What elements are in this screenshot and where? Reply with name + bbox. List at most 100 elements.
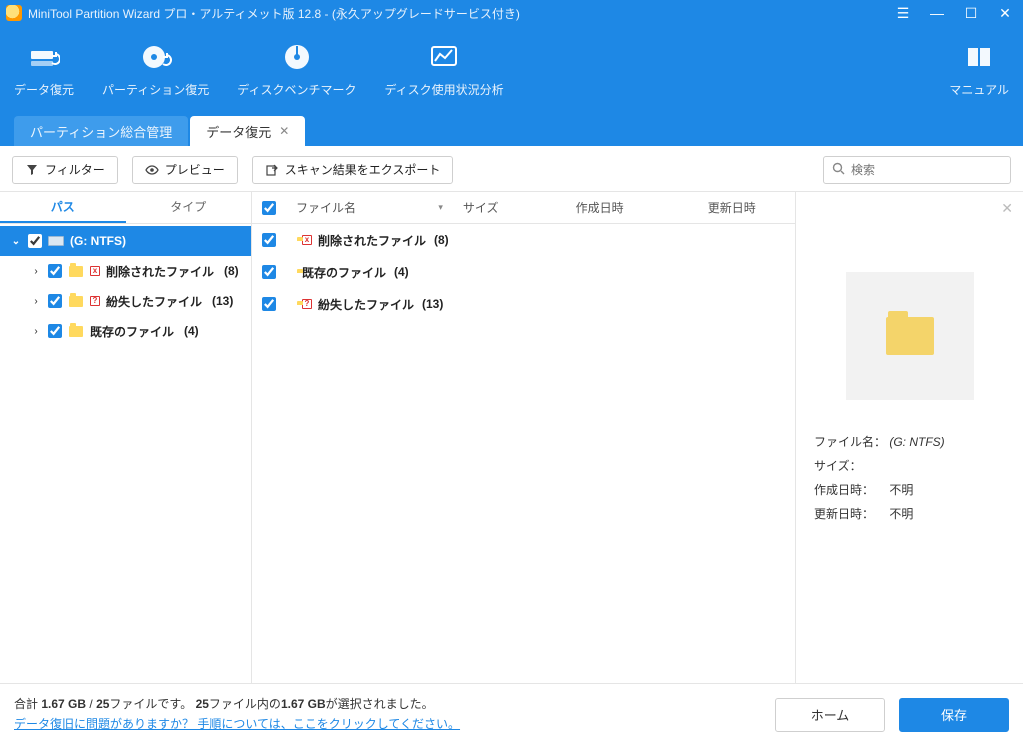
header-name[interactable]: ファイル名 ▾ (286, 192, 453, 223)
summary-text: ファイル内の (209, 697, 281, 711)
document-tabstrip: パーティション総合管理 データ復元 ✕ (0, 112, 1023, 148)
tool-label: パーティション復元 (102, 81, 209, 98)
tree-root-node[interactable]: ⌄ (G: NTFS) (0, 226, 251, 256)
tab-data-recovery[interactable]: データ復元 ✕ (190, 116, 305, 146)
hamburger-menu-icon[interactable]: ☰ (891, 3, 915, 23)
summary-text: が選択されました。 (326, 697, 434, 711)
manual-icon (963, 41, 995, 73)
minimize-button[interactable]: — (925, 3, 949, 23)
close-preview-button[interactable]: ✕ (1001, 200, 1013, 217)
tree-node-existing[interactable]: › 既存のファイル (4) (0, 316, 251, 346)
disk-benchmark-icon (281, 41, 313, 73)
tool-label: ディスクベンチマーク (237, 81, 356, 98)
deleted-folder-icon (68, 263, 84, 279)
button-label: プレビュー (165, 161, 225, 178)
tab-label: パーティション総合管理 (30, 122, 172, 141)
list-item[interactable]: 既存のファイル (4) (252, 256, 795, 288)
save-button[interactable]: 保存 (899, 698, 1009, 732)
tree-tab-type[interactable]: タイプ (126, 192, 252, 223)
tree-checkbox[interactable] (48, 294, 62, 308)
tool-manual[interactable]: マニュアル (935, 26, 1023, 112)
lost-folder-icon (68, 293, 84, 309)
tree-node-label: (G: NTFS) (70, 234, 126, 248)
partition-recovery-icon (140, 41, 172, 73)
summary-selected-files: 25 (196, 697, 209, 711)
folder-thumb-icon (886, 317, 934, 355)
help-link[interactable]: データ復旧に問題がありますか？ 手順については、ここをクリックしてください。 (14, 717, 460, 731)
select-all-checkbox[interactable] (262, 201, 276, 215)
file-list-panel: ファイル名 ▾ サイズ 作成日時 更新日時 x 削除されたファイル (8) (252, 192, 795, 683)
tab-label: パス (51, 198, 75, 215)
footer-summary: 合計 1.67 GB / 25ファイルです。 25ファイル内の1.67 GBが選… (14, 695, 460, 733)
summary-total-size: 1.67 GB (41, 697, 86, 711)
header-checkbox-cell[interactable] (252, 192, 286, 223)
row-checkbox[interactable] (262, 233, 276, 247)
tree-tab-path[interactable]: パス (0, 192, 126, 223)
meta-label-ctime: 作成日時： (814, 478, 886, 502)
tool-label: データ復元 (14, 81, 74, 98)
summary-text: 合計 (14, 697, 41, 711)
eye-icon (145, 163, 159, 177)
tree-node-count: (13) (212, 294, 233, 308)
chevron-right-icon[interactable]: › (30, 266, 42, 277)
header-label: 更新日時 (708, 199, 756, 216)
tool-partition-recovery[interactable]: パーティション復元 (88, 26, 223, 112)
header-label: 作成日時 (576, 199, 624, 216)
meta-label-size: サイズ： (814, 454, 886, 478)
tree-checkbox[interactable] (48, 324, 62, 338)
sort-caret-icon: ▾ (438, 202, 443, 213)
meta-value-mtime: 不明 (889, 507, 913, 521)
tree-node-label: 既存のファイル (90, 323, 174, 340)
list-item[interactable]: x 削除されたファイル (8) (252, 224, 795, 256)
tree-checkbox[interactable] (28, 234, 42, 248)
preview-button[interactable]: プレビュー (132, 156, 238, 184)
chevron-right-icon[interactable]: › (30, 296, 42, 307)
filter-button[interactable]: フィルター (12, 156, 118, 184)
button-label: フィルター (45, 161, 105, 178)
summary-selected-size: 1.67 GB (281, 697, 326, 711)
disk-usage-icon (428, 41, 460, 73)
search-box[interactable] (823, 156, 1011, 184)
row-checkbox[interactable] (262, 297, 276, 311)
close-window-button[interactable]: ✕ (993, 3, 1017, 23)
chevron-right-icon[interactable]: › (30, 326, 42, 337)
app-icon (6, 5, 22, 21)
row-checkbox[interactable] (262, 265, 276, 279)
header-created[interactable]: 作成日時 (566, 192, 698, 223)
tool-disk-benchmark[interactable]: ディスクベンチマーク (223, 26, 370, 112)
maximize-button[interactable]: ☐ (959, 3, 983, 23)
x-badge-icon: x (90, 266, 100, 276)
summary-total-files: 25 (96, 697, 109, 711)
tree-node-label: 削除されたファイル (106, 263, 214, 280)
list-item[interactable]: ? 紛失したファイル (13) (252, 288, 795, 320)
button-label: スキャン結果をエクスポート (285, 161, 441, 178)
question-badge-icon: ? (302, 299, 312, 309)
action-bar: フィルター プレビュー スキャン結果をエクスポート (0, 148, 1023, 192)
export-icon (265, 163, 279, 177)
tree-node-deleted[interactable]: › x 削除されたファイル (8) (0, 256, 251, 286)
tree-node-label: 紛失したファイル (106, 293, 202, 310)
export-button[interactable]: スキャン結果をエクスポート (252, 156, 454, 184)
header-modified[interactable]: 更新日時 (698, 192, 795, 223)
tab-label: データ復元 (206, 122, 271, 141)
tool-data-recovery[interactable]: データ復元 (0, 26, 88, 112)
file-count: (8) (434, 233, 449, 247)
tree-node-count: (4) (184, 324, 199, 338)
tree-checkbox[interactable] (48, 264, 62, 278)
header-label: ファイル名 (296, 199, 356, 216)
header-label: サイズ (463, 199, 499, 216)
drive-icon (48, 233, 64, 249)
search-input[interactable] (851, 163, 1006, 177)
tab-label: タイプ (170, 198, 206, 215)
tool-label: ディスク使用状況分析 (384, 81, 503, 98)
home-button[interactable]: ホーム (775, 698, 885, 732)
chevron-down-icon[interactable]: ⌄ (10, 236, 22, 247)
tree-node-lost[interactable]: › ? 紛失したファイル (13) (0, 286, 251, 316)
search-icon (832, 162, 845, 178)
tool-disk-usage[interactable]: ディスク使用状況分析 (370, 26, 517, 112)
header-size[interactable]: サイズ (453, 192, 566, 223)
meta-label-filename: ファイル名： (814, 430, 886, 454)
meta-label-mtime: 更新日時： (814, 502, 886, 526)
tab-partition-management[interactable]: パーティション総合管理 (14, 116, 188, 146)
close-tab-icon[interactable]: ✕ (279, 124, 289, 138)
